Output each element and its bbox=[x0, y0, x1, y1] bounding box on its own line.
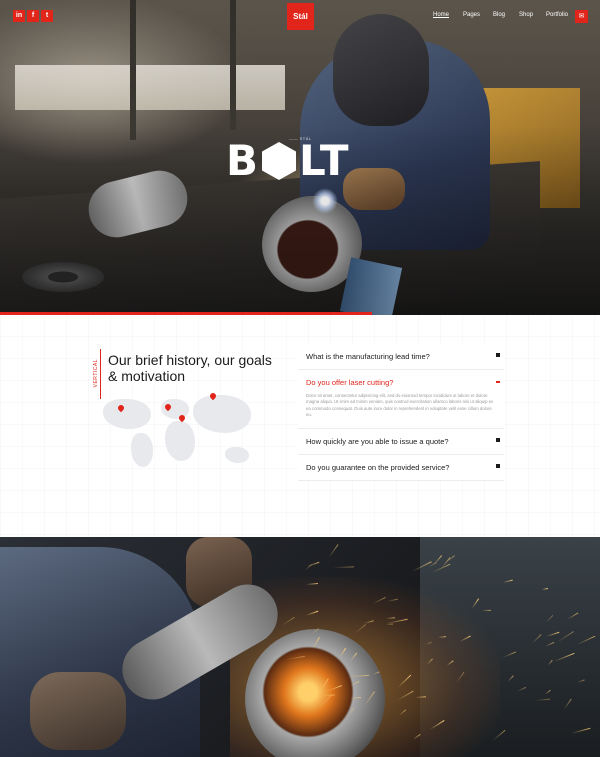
brand-letters-lt: LT bbox=[299, 136, 350, 185]
facebook-icon[interactable]: f bbox=[27, 10, 39, 22]
brand-wordmark: B LT bbox=[226, 136, 350, 185]
faq-item[interactable]: Do you guarantee on the provided service… bbox=[298, 455, 504, 482]
twitter-icon[interactable]: t bbox=[41, 10, 53, 22]
expand-icon[interactable] bbox=[496, 353, 500, 357]
collapse-icon[interactable] bbox=[496, 381, 500, 383]
vertical-tag: VERTICAL bbox=[93, 359, 99, 388]
world-map bbox=[95, 391, 255, 475]
expand-icon[interactable] bbox=[496, 464, 500, 469]
nav-shop[interactable]: Shop bbox=[519, 12, 533, 18]
nav-portfolio[interactable]: Portfolio bbox=[546, 12, 568, 18]
nav-home[interactable]: Home bbox=[433, 12, 449, 18]
hexagon-icon bbox=[262, 142, 297, 180]
faq-accordion: What is the manufacturing lead time? Do … bbox=[298, 344, 504, 482]
brand-letter-b: B bbox=[226, 136, 260, 185]
faq-question[interactable]: Do you offer laser cutting? bbox=[306, 378, 494, 387]
map-australia bbox=[225, 447, 249, 463]
spark-streak bbox=[328, 544, 340, 559]
mail-icon[interactable]: ✉ bbox=[575, 10, 588, 23]
nav-blog[interactable]: Blog bbox=[493, 12, 505, 18]
map-asia bbox=[193, 395, 251, 433]
hero-section: in f t Stál Home Pages Blog Shop Portfol… bbox=[0, 0, 600, 315]
grinding-photo-section bbox=[0, 537, 600, 757]
faq-item[interactable]: What is the manufacturing lead time? bbox=[298, 344, 504, 370]
faq-question[interactable]: How quickly are you able to issue a quot… bbox=[306, 437, 494, 446]
steel-pipe-sparks bbox=[245, 629, 385, 757]
map-north-america bbox=[103, 399, 151, 429]
spark-streak bbox=[320, 693, 336, 696]
faq-item[interactable]: How quickly are you able to issue a quot… bbox=[298, 429, 504, 456]
site-logo[interactable]: Stál bbox=[287, 3, 314, 30]
section-title: Our brief history, our goals & motivatio… bbox=[108, 352, 272, 384]
expand-icon[interactable] bbox=[496, 438, 500, 443]
faq-item-open[interactable]: Do you offer laser cutting? Dolor sit am… bbox=[298, 370, 504, 430]
faq-answer: Dolor sit amet, consectetur adipisicing … bbox=[306, 393, 494, 417]
faq-question[interactable]: Do you guarantee on the provided service… bbox=[306, 463, 494, 472]
faq-section: VERTICAL Our brief history, our goals & … bbox=[0, 315, 600, 537]
linkedin-icon[interactable]: in bbox=[13, 10, 25, 22]
worker-glove bbox=[30, 672, 126, 750]
top-bar: in f t Stál Home Pages Blog Shop Portfol… bbox=[0, 0, 600, 32]
faq-question[interactable]: What is the manufacturing lead time? bbox=[306, 352, 494, 361]
nav-pages[interactable]: Pages bbox=[463, 12, 480, 18]
map-africa bbox=[165, 421, 195, 461]
spark-streak bbox=[332, 565, 354, 568]
map-south-america bbox=[131, 433, 153, 467]
